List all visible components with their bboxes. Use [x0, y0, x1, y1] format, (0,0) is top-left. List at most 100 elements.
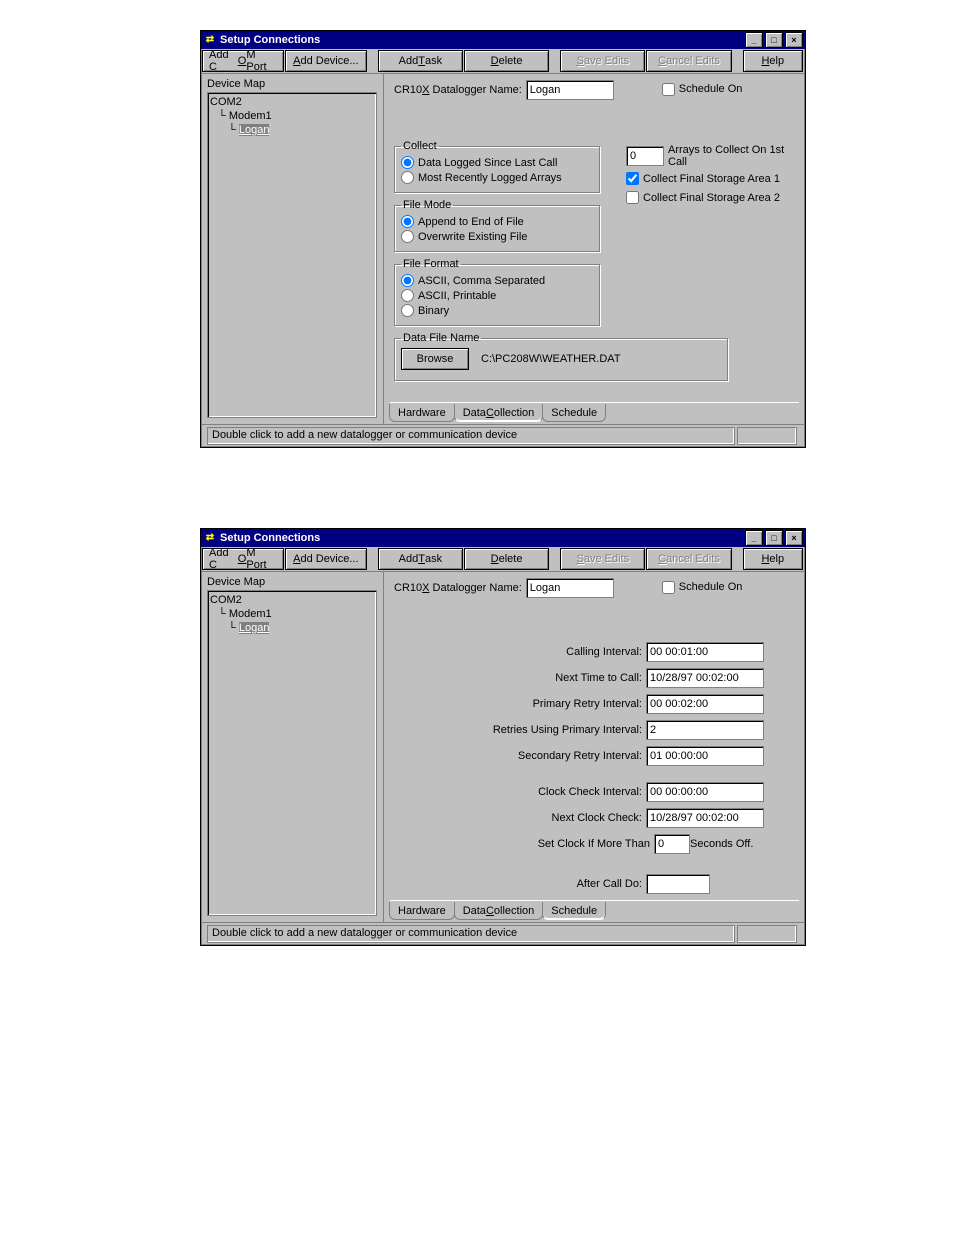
- device-tree[interactable]: COM2 └ Modem1 └ Logan: [207, 92, 377, 418]
- primary-retry-label: Primary Retry Interval:: [533, 698, 642, 710]
- toolbar: Add COM Port Add Device... Add Task Dele…: [201, 49, 805, 74]
- save-edits-button: Save Edits: [560, 50, 645, 72]
- tab-schedule[interactable]: Schedule: [542, 404, 606, 422]
- data-file-name-group: Data File Name Browse C:\PC208W\WEATHER.…: [394, 332, 728, 381]
- clock-check-input[interactable]: [646, 782, 764, 802]
- tab-hardware[interactable]: Hardware: [389, 902, 455, 920]
- add-com-port-button[interactable]: Add COM Port: [202, 50, 284, 72]
- set-clock-post-label: Seconds Off.: [690, 838, 764, 850]
- help-button[interactable]: Help: [743, 50, 803, 72]
- add-device-button[interactable]: Add Device...: [285, 50, 367, 72]
- device-map-label: Device Map: [207, 576, 377, 588]
- secondary-retry-label: Secondary Retry Interval:: [518, 750, 642, 762]
- file-mode-overwrite-radio[interactable]: Overwrite Existing File: [401, 230, 593, 243]
- device-map-label: Device Map: [207, 78, 377, 90]
- tab-data-collection[interactable]: Data Collection: [454, 902, 544, 920]
- collect-legend: Collect: [401, 140, 439, 152]
- delete-button[interactable]: Delete: [464, 50, 549, 72]
- primary-retry-input[interactable]: [646, 694, 764, 714]
- browse-button[interactable]: Browse: [401, 348, 469, 370]
- titlebar[interactable]: ⇄ Setup Connections _ □ ×: [201, 31, 805, 49]
- next-clock-check-label: Next Clock Check:: [552, 812, 642, 824]
- next-time-to-call-input[interactable]: [646, 668, 764, 688]
- file-format-legend: File Format: [401, 258, 461, 270]
- file-mode-append-radio[interactable]: Append to End of File: [401, 215, 593, 228]
- toolbar: Add COM Port Add Device... Add Task Dele…: [201, 547, 805, 572]
- status-text: Double click to add a new datalogger or …: [207, 925, 735, 943]
- minimize-icon[interactable]: _: [745, 32, 763, 48]
- retries-using-label: Retries Using Primary Interval:: [493, 724, 642, 736]
- file-format-binary-radio[interactable]: Binary: [401, 304, 593, 317]
- add-device-button[interactable]: Add Device...: [285, 548, 367, 570]
- secondary-retry-input[interactable]: [646, 746, 764, 766]
- tree-item-com2[interactable]: COM2: [210, 593, 374, 607]
- window-title: Setup Connections: [220, 34, 743, 46]
- file-format-ascii-print-radio[interactable]: ASCII, Printable: [401, 289, 593, 302]
- data-file-path: C:\PC208W\WEATHER.DAT: [481, 353, 621, 365]
- data-file-name-legend: Data File Name: [401, 332, 481, 344]
- app-icon: ⇄: [203, 531, 217, 545]
- setup-connections-window-datacollection: ⇄ Setup Connections _ □ × Add COM Port A…: [200, 30, 806, 448]
- calling-interval-input[interactable]: [646, 642, 764, 662]
- datalogger-name-row: CR10X Datalogger Name: Schedule On: [394, 80, 795, 100]
- tree-item-modem1[interactable]: └ Modem1: [210, 607, 374, 621]
- file-format-ascii-csv-radio[interactable]: ASCII, Comma Separated: [401, 274, 593, 287]
- set-clock-pre-label: Set Clock If More Than: [538, 838, 650, 850]
- datalogger-name-input[interactable]: [526, 80, 614, 100]
- datalogger-name-label: CR10X Datalogger Name:: [394, 582, 522, 594]
- collect-fsa2-checkbox[interactable]: Collect Final Storage Area 2: [626, 191, 795, 204]
- minimize-icon[interactable]: _: [745, 530, 763, 546]
- status-bar: Double click to add a new datalogger or …: [201, 424, 805, 447]
- clock-check-label: Clock Check Interval:: [538, 786, 642, 798]
- tab-data-collection[interactable]: Data Collection: [454, 404, 544, 422]
- tab-hardware[interactable]: Hardware: [389, 404, 455, 422]
- tree-item-logan[interactable]: └ Logan: [210, 621, 374, 635]
- close-icon[interactable]: ×: [785, 32, 803, 48]
- status-text: Double click to add a new datalogger or …: [207, 427, 735, 445]
- set-clock-input[interactable]: [654, 834, 690, 854]
- device-map-panel: Device Map COM2 └ Modem1 └ Logan: [201, 572, 384, 922]
- next-time-to-call-label: Next Time to Call:: [555, 672, 642, 684]
- file-format-group: File Format ASCII, Comma Separated ASCII…: [394, 258, 600, 326]
- datalogger-name-label: CR10X Datalogger Name:: [394, 84, 522, 96]
- cancel-edits-button: Cancel Edits: [646, 548, 731, 570]
- help-button[interactable]: Help: [743, 548, 803, 570]
- datalogger-name-row: CR10X Datalogger Name: Schedule On: [394, 578, 795, 598]
- status-cell-right: [737, 925, 797, 943]
- tree-item-logan[interactable]: └ Logan: [210, 123, 374, 137]
- maximize-icon[interactable]: □: [765, 32, 783, 48]
- device-tree[interactable]: COM2 └ Modem1 └ Logan: [207, 590, 377, 916]
- cancel-edits-button: Cancel Edits: [646, 50, 731, 72]
- tree-item-com2[interactable]: COM2: [210, 95, 374, 109]
- collect-most-recent-radio[interactable]: Most Recently Logged Arrays: [401, 171, 593, 184]
- calling-interval-label: Calling Interval:: [566, 646, 642, 658]
- delete-button[interactable]: Delete: [464, 548, 549, 570]
- next-clock-check-input[interactable]: [646, 808, 764, 828]
- maximize-icon[interactable]: □: [765, 530, 783, 546]
- after-call-do-input[interactable]: [646, 874, 710, 894]
- window-title: Setup Connections: [220, 532, 743, 544]
- tab-content-schedule: CR10X Datalogger Name: Schedule On Calli…: [384, 572, 805, 922]
- titlebar[interactable]: ⇄ Setup Connections _ □ ×: [201, 529, 805, 547]
- tab-bar: Hardware Data Collection Schedule: [390, 900, 799, 920]
- datalogger-name-input[interactable]: [526, 578, 614, 598]
- set-clock-row: Set Clock If More Than Seconds Off.: [394, 834, 764, 854]
- schedule-on-checkbox[interactable]: Schedule On: [662, 581, 743, 594]
- arrays-label: Arrays to Collect On 1st Call: [668, 144, 795, 168]
- file-mode-legend: File Mode: [401, 199, 453, 211]
- arrays-input[interactable]: [626, 146, 664, 166]
- device-map-panel: Device Map COM2 └ Modem1 └ Logan: [201, 74, 384, 424]
- collect-fsa1-checkbox[interactable]: Collect Final Storage Area 1: [626, 172, 795, 185]
- add-com-port-button[interactable]: Add COM Port: [202, 548, 284, 570]
- file-mode-group: File Mode Append to End of File Overwrit…: [394, 199, 600, 252]
- tab-schedule[interactable]: Schedule: [542, 902, 606, 920]
- add-task-button[interactable]: Add Task: [378, 548, 463, 570]
- tree-item-modem1[interactable]: └ Modem1: [210, 109, 374, 123]
- retries-using-input[interactable]: [646, 720, 764, 740]
- save-edits-button: Save Edits: [560, 548, 645, 570]
- collect-since-last-radio[interactable]: Data Logged Since Last Call: [401, 156, 593, 169]
- schedule-on-checkbox[interactable]: Schedule On: [662, 83, 743, 96]
- add-task-button[interactable]: Add Task: [378, 50, 463, 72]
- status-cell-right: [737, 427, 797, 445]
- close-icon[interactable]: ×: [785, 530, 803, 546]
